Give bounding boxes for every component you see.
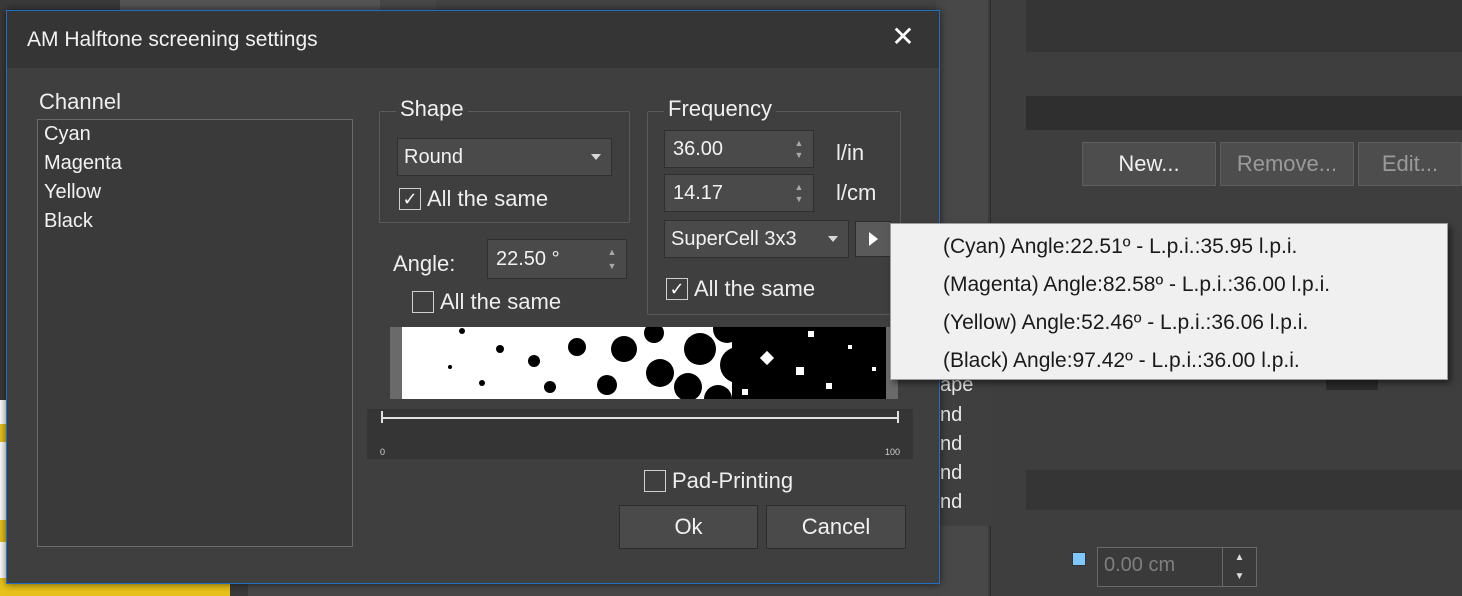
halftone-preview — [390, 327, 898, 399]
pad-printing-checkbox[interactable] — [644, 470, 666, 492]
edit-button[interactable]: Edit... — [1358, 142, 1462, 186]
channel-item-yellow[interactable]: Yellow — [38, 178, 352, 207]
angle-label: Angle: — [393, 251, 456, 276]
cell-type-selected: SuperCell 3x3 — [671, 227, 797, 250]
channel-details-popup: (Cyan) Angle:22.51º - L.p.i.:35.95 l.p.i… — [890, 223, 1448, 380]
cell-type-dropdown[interactable]: SuperCell 3x3 — [664, 220, 849, 258]
slider-track[interactable] — [381, 417, 899, 419]
spin-down-icon[interactable]: ▼ — [789, 192, 809, 206]
lcm-spinbox[interactable]: 14.17 ▲ ▼ — [664, 174, 814, 212]
chevron-down-icon — [828, 236, 838, 242]
chevron-right-icon — [868, 232, 878, 246]
popup-item-black[interactable]: (Black) Angle:97.42º - L.p.i.:36.00 l.p.… — [891, 342, 1447, 380]
shape-all-same-checkbox[interactable]: ✓ — [399, 188, 421, 210]
spin-down-icon[interactable]: ▼ — [789, 148, 809, 162]
offset-field[interactable]: 0.00 cm ▲ ▼ — [1097, 547, 1257, 587]
lcm-unit: l/cm — [836, 180, 877, 205]
channel-item-magenta[interactable]: Magenta — [38, 149, 352, 178]
channel-list: Cyan Magenta Yellow Black — [37, 119, 353, 547]
angle-all-same-checkbox[interactable] — [412, 291, 434, 313]
slider-max-label: 100 — [885, 447, 901, 457]
cancel-button[interactable]: Cancel — [766, 505, 906, 549]
lcm-value: 14.17 — [673, 181, 724, 204]
slider-min-label: 0 — [380, 447, 386, 457]
shape-dropdown[interactable]: Round — [397, 138, 612, 176]
spin-down-icon[interactable]: ▼ — [602, 259, 622, 273]
background-right-header — [1026, 0, 1462, 52]
dialog-titlebar: AM Halftone screening settings ✕ — [7, 11, 939, 68]
offset-icon — [1072, 552, 1086, 566]
angle-all-same-label: All the same — [440, 289, 562, 314]
slider-handle-start[interactable] — [381, 411, 383, 423]
channel-label: Channel — [39, 89, 121, 114]
angle-all-same-row[interactable]: All the same — [412, 289, 561, 315]
shape-all-same-row[interactable]: ✓ All the same — [399, 186, 548, 212]
slider-handle-end[interactable] — [897, 411, 899, 423]
popup-item-cyan[interactable]: (Cyan) Angle:22.51º - L.p.i.:35.95 l.p.i… — [891, 228, 1447, 266]
remove-button[interactable]: Remove... — [1220, 142, 1354, 186]
offset-spinner[interactable]: ▲ ▼ — [1222, 548, 1256, 586]
channel-item-black[interactable]: Black — [38, 207, 352, 236]
angle-spinbox[interactable]: 22.50 ° ▲ ▼ — [487, 239, 627, 279]
lin-value: 36.00 — [673, 137, 724, 160]
halftone-preview-image — [402, 327, 886, 399]
frequency-label: Frequency — [664, 96, 776, 122]
shape-selected: Round — [404, 145, 463, 168]
pad-printing-label: Pad-Printing — [672, 468, 794, 493]
frequency-group: Frequency 36.00 ▲ ▼ l/in 14.17 ▲ ▼ l/cm … — [647, 96, 901, 315]
background-right-divider — [1026, 470, 1462, 510]
lin-unit: l/in — [836, 140, 865, 165]
lin-spinbox[interactable]: 36.00 ▲ ▼ — [664, 130, 814, 168]
new-button[interactable]: New... — [1082, 142, 1216, 186]
halftone-dialog: AM Halftone screening settings ✕ Channel… — [6, 10, 940, 584]
background-right-bar — [1026, 96, 1462, 130]
channel-item-cyan[interactable]: Cyan — [38, 120, 352, 149]
tone-slider[interactable]: 0 100 — [367, 409, 913, 459]
offset-value: 0.00 cm — [1104, 554, 1176, 576]
frequency-all-same-label: All the same — [694, 276, 816, 301]
pad-printing-row[interactable]: Pad-Printing — [644, 468, 793, 494]
popup-item-magenta[interactable]: (Magenta) Angle:82.58º - L.p.i.:36.00 l.… — [891, 266, 1447, 304]
spin-up-icon[interactable]: ▲ — [602, 245, 622, 259]
ok-button[interactable]: Ok — [619, 505, 758, 549]
angle-value: 22.50 ° — [496, 247, 560, 270]
close-icon[interactable]: ✕ — [885, 19, 921, 55]
shape-group: Shape Round ✓ All the same — [379, 96, 630, 223]
shape-all-same-label: All the same — [427, 186, 549, 211]
channel-details-button[interactable] — [855, 221, 891, 257]
frequency-all-same-row[interactable]: ✓ All the same — [666, 276, 815, 302]
shape-label: Shape — [396, 96, 468, 122]
popup-item-yellow[interactable]: (Yellow) Angle:52.46º - L.p.i.:36.06 l.p… — [891, 304, 1447, 342]
frequency-all-same-checkbox[interactable]: ✓ — [666, 278, 688, 300]
dialog-title: AM Halftone screening settings — [27, 27, 318, 51]
chevron-down-icon — [591, 154, 601, 160]
